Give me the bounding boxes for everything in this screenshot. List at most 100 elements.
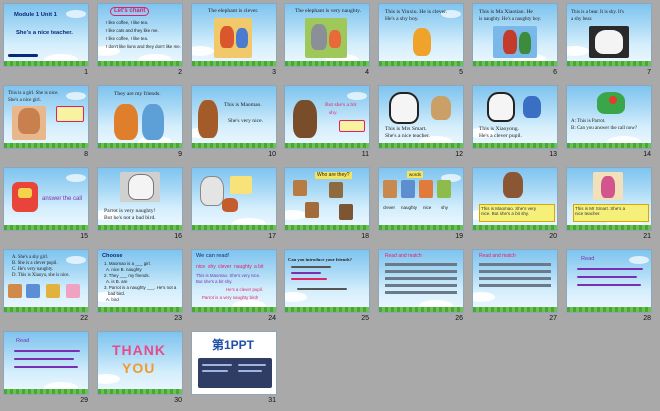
slide-thumbnail-4[interactable]: The elephant is very naughty. xyxy=(284,3,370,67)
slide-thumbnail-25[interactable]: Can you introduce your friends? xyxy=(284,249,370,313)
slide-line: He's a clever pupil. xyxy=(479,133,522,139)
slide-thumbnail-10[interactable]: This is Maomao. She's very nice. xyxy=(191,85,277,149)
slide-thumbnail-17[interactable] xyxy=(191,167,277,231)
slide-number: 19 xyxy=(455,233,463,240)
slide-thumbnail-14[interactable]: A: This is Parrot. B: Can you answer the… xyxy=(566,85,652,149)
parrot-picture xyxy=(200,176,224,206)
slide-line: This is Ma Xiaotian. He xyxy=(479,9,533,15)
slide-number: 11 xyxy=(361,151,369,158)
you-text: YOU xyxy=(122,360,156,376)
slide-thumbnail-28[interactable]: Read xyxy=(566,249,652,313)
slide-thumbnail-11[interactable]: But she's a bit shy. xyxy=(284,85,370,149)
slide-number: 25 xyxy=(361,315,369,322)
slide-number: 28 xyxy=(643,315,651,322)
slide-thumbnail-23[interactable]: Choose 1. Maomao is a ___ girl. A. nice … xyxy=(97,249,183,313)
boy-picture xyxy=(413,28,431,56)
slide-line: But she's a bit xyxy=(325,102,357,108)
slide-number: 7 xyxy=(647,69,651,76)
slide-thumbnail-18[interactable]: Who are they? xyxy=(284,167,370,231)
slide-number: 10 xyxy=(268,151,276,158)
reading-line: But she's a bit shy. xyxy=(196,279,233,284)
slide-thumbnail-15[interactable]: answer the call xyxy=(3,167,89,231)
friend-picture xyxy=(142,104,164,140)
slide-thumbnail-31[interactable]: 第1PPT xyxy=(191,331,277,395)
slide-caption: They are my friends. xyxy=(114,91,161,97)
slide-number: 16 xyxy=(174,233,182,240)
slide-thumbnail-1[interactable]: Module 1 Unit 1 She's a nice teacher. xyxy=(3,3,89,67)
slide-number: 18 xyxy=(361,233,369,240)
slide-thumbnail-26[interactable]: Read and match xyxy=(378,249,464,313)
slide-sorter-grid: Module 1 Unit 1 She's a nice teacher. Le… xyxy=(0,0,660,411)
slide-thumbnail-6[interactable]: This is Ma Xiaotian. He is naughty. He's… xyxy=(472,3,558,67)
slide-number: 31 xyxy=(268,397,276,404)
slide-number: 21 xyxy=(643,233,651,240)
slide-thumbnail-30[interactable]: THANK YOU xyxy=(97,331,183,395)
slide-number: 20 xyxy=(549,233,557,240)
slide-thumbnail-3[interactable]: The elephant is clever. xyxy=(191,3,277,67)
slide-line: Parrot is very naughty! xyxy=(104,208,156,214)
chant-line: I don't like lions and they don't like m… xyxy=(106,44,181,49)
chant-line: I like coffee, I like tea. xyxy=(106,20,149,25)
slide-number: 15 xyxy=(80,233,88,240)
slide-number: 14 xyxy=(643,151,651,158)
slide-number: 13 xyxy=(549,151,557,158)
word-label: clever xyxy=(218,264,232,270)
picture-card xyxy=(293,180,307,196)
brand-logo: 第1PPT xyxy=(212,338,255,352)
slide-line: She's a nice girl. xyxy=(8,98,41,103)
slide-heading: words xyxy=(407,171,424,178)
slide-number: 22 xyxy=(80,315,88,322)
option-line: D. This is Xiaoyu, she is nice. xyxy=(12,273,70,278)
chant-line: I like coffee, I like tea. xyxy=(106,36,149,41)
slide-thumbnail-22[interactable]: A. She's a shy girl. B. She is a clever … xyxy=(3,249,89,313)
picture-card xyxy=(329,182,343,198)
slide-line: A: This is Parrot. xyxy=(571,119,606,124)
slide-number: 3 xyxy=(272,69,276,76)
slide-thumbnail-2[interactable]: Let's chant I like coffee, I like tea. I… xyxy=(97,3,183,67)
slide-line: This is Maomao. xyxy=(224,102,262,108)
slide-heading: Read and match xyxy=(479,253,516,259)
slide-thumbnail-12[interactable]: This is Mrs Smart. She's a nice teacher. xyxy=(378,85,464,149)
slide-thumbnail-29[interactable]: Read xyxy=(3,331,89,395)
slide-line: nice. But she's a bit shy. xyxy=(481,211,530,216)
slide-thumbnail-19[interactable]: words clever naughty nice shy xyxy=(378,167,464,231)
slide-heading: Choose xyxy=(102,253,123,259)
slide-thumbnail-21[interactable]: This is Mr Smart. She's a nice teacher. xyxy=(566,167,652,231)
slide-line: B: Can you answer the call now? xyxy=(571,126,638,131)
slide-thumbnail-5[interactable]: This is Yinxiu. He is clever. He's a shy… xyxy=(378,3,464,67)
word-label: nice xyxy=(423,205,432,210)
slide-number: 1 xyxy=(84,69,88,76)
chant-line: I like cats and they like me. xyxy=(106,28,159,33)
slide-thumbnail-9[interactable]: They are my friends. xyxy=(97,85,183,149)
slide-thumbnail-7[interactable]: This is a bear. It is shy. It's a shy be… xyxy=(566,3,652,67)
panda-picture xyxy=(389,92,419,124)
slide-number: 4 xyxy=(365,69,369,76)
slide-number: 27 xyxy=(549,315,557,322)
slide-number: 8 xyxy=(84,151,88,158)
word-label: a bit xyxy=(254,264,264,270)
slide-thumbnail-20[interactable]: This is Maomao. She's very nice. But she… xyxy=(472,167,558,231)
slide-line: But he's not a bad bird. xyxy=(104,215,156,221)
slide-number: 9 xyxy=(178,151,182,158)
slide-thumbnail-8[interactable]: This is a girl. She is nice. She's a nic… xyxy=(3,85,89,149)
slide-thumbnail-27[interactable]: Read and match xyxy=(472,249,558,313)
slide-caption: The elephant is clever. xyxy=(208,8,259,14)
friend-picture xyxy=(114,104,138,140)
maomao-picture xyxy=(503,172,523,198)
slide-thumbnail-13[interactable]: This is Xiaoyong. He's a clever pupil. xyxy=(472,85,558,149)
slide-line: This is Yinxiu. He is clever. xyxy=(385,9,448,15)
slide-number: 30 xyxy=(174,397,182,404)
slide-line: This is Mrs Smart. xyxy=(385,126,427,132)
slide-heading: Read xyxy=(581,256,595,262)
slide-number: 12 xyxy=(455,151,463,158)
slide-line: This is a girl. She is nice. xyxy=(8,91,59,96)
slide-thumbnail-24[interactable]: We can read! nice shy clever naughty a b… xyxy=(191,249,277,313)
slide-heading: Read xyxy=(16,338,30,344)
word-label: naughty xyxy=(401,205,418,210)
slide-line: This is a bear. It is shy. It's xyxy=(571,10,624,15)
slide-thumbnail-16[interactable]: Parrot is very naughty! But he's not a b… xyxy=(97,167,183,231)
word-label: nice xyxy=(196,264,206,270)
slide-line: She's a nice teacher. xyxy=(385,133,430,139)
slide-title: Module 1 Unit 1 xyxy=(14,12,57,18)
slide-heading: Read and match xyxy=(385,253,422,259)
